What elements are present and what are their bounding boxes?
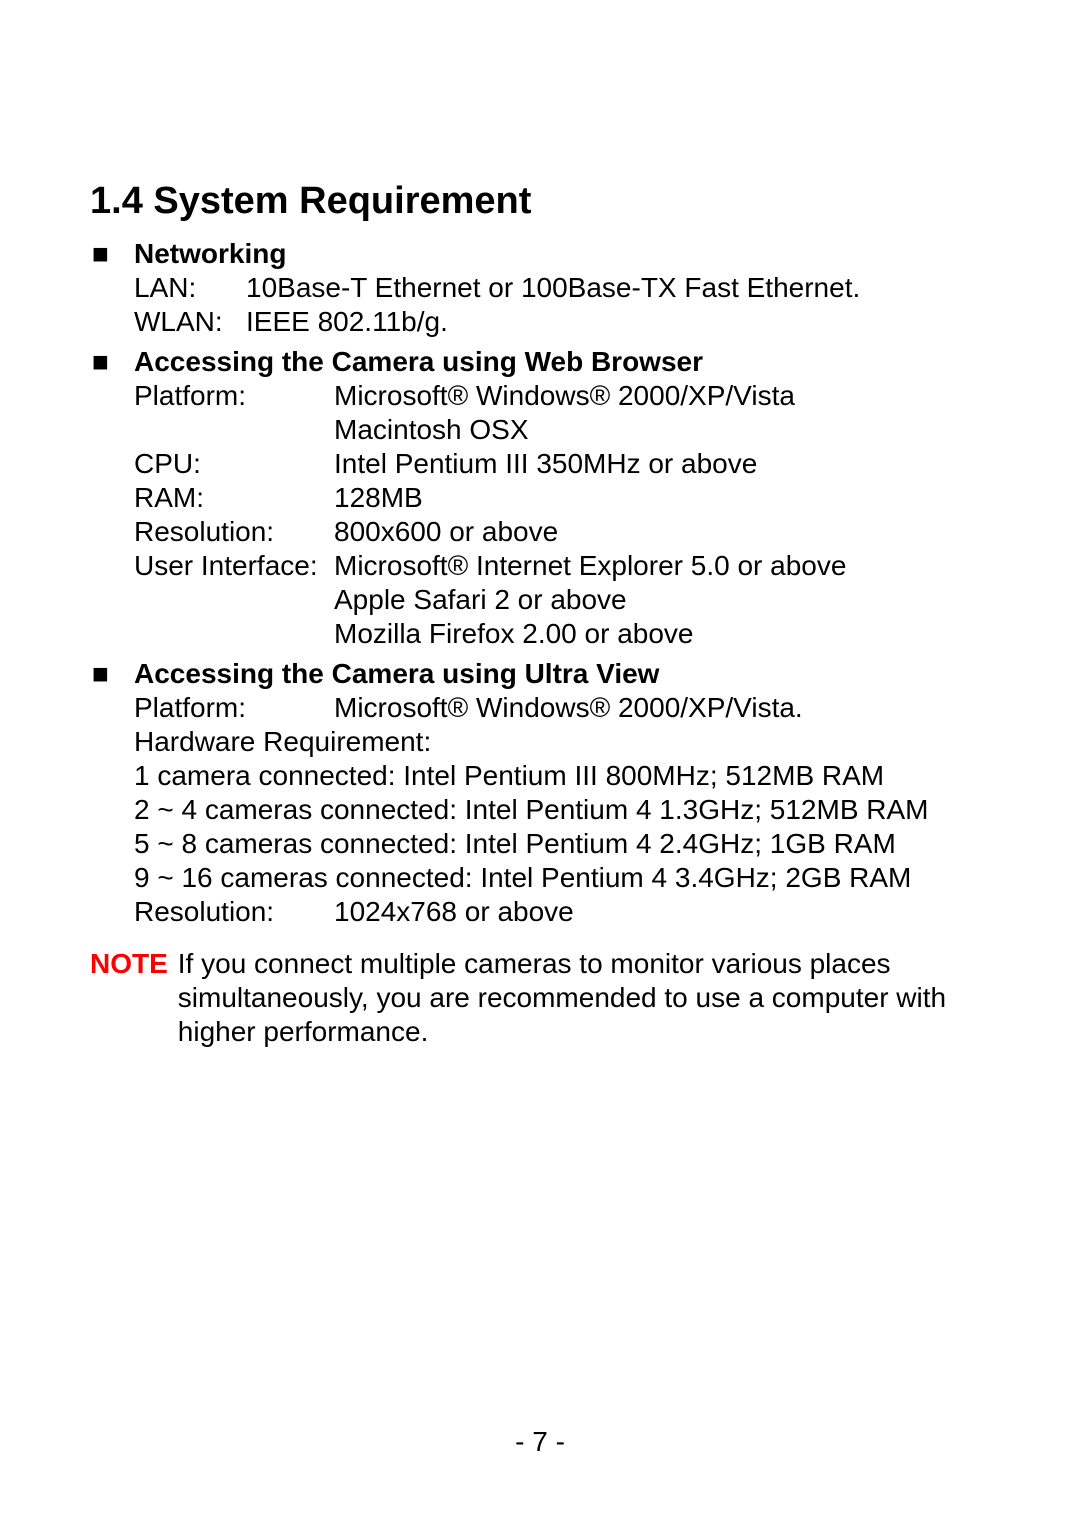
platform-value-1: Microsoft® Windows® 2000/XP/Vista — [334, 379, 795, 413]
webbrowser-block: ■ Accessing the Camera using Web Browser… — [90, 345, 990, 651]
lan-key: LAN: — [134, 271, 246, 305]
ultraview-heading: Accessing the Camera using Ultra View — [134, 657, 990, 691]
uv-resolution-key: Resolution: — [134, 895, 334, 929]
uv-resolution-value: 1024x768 or above — [334, 895, 574, 929]
userinterface-value-1: Microsoft® Internet Explorer 5.0 or abov… — [334, 549, 846, 583]
resolution-value: 800x600 or above — [334, 515, 558, 549]
hw-req-3: 5 ~ 8 cameras connected: Intel Pentium 4… — [134, 827, 990, 861]
userinterface-value-2: Apple Safari 2 or above — [334, 583, 627, 617]
networking-heading: Networking — [134, 237, 990, 271]
hw-req-1: 1 camera connected: Intel Pentium III 80… — [134, 759, 990, 793]
note-body: If you connect multiple cameras to monit… — [178, 947, 990, 1049]
ram-value: 128MB — [334, 481, 423, 515]
wlan-value: IEEE 802.11b/g. — [246, 305, 448, 339]
lan-value: 10Base-T Ethernet or 100Base-TX Fast Eth… — [246, 271, 860, 305]
section-title: 1.4 System Requirement — [90, 180, 990, 223]
webbrowser-heading: Accessing the Camera using Web Browser — [134, 345, 990, 379]
networking-block: ■ Networking LAN: 10Base-T Ethernet or 1… — [90, 237, 990, 339]
platform-key: Platform: — [134, 379, 334, 413]
bullet-icon: ■ — [90, 345, 134, 379]
uv-platform-value: Microsoft® Windows® 2000/XP/Vista. — [334, 691, 803, 725]
resolution-key: Resolution: — [134, 515, 334, 549]
hardware-requirement-label: Hardware Requirement: — [134, 725, 990, 759]
hw-req-4: 9 ~ 16 cameras connected: Intel Pentium … — [134, 861, 990, 895]
platform-value-2: Macintosh OSX — [334, 413, 529, 447]
spacer — [134, 583, 334, 617]
spacer — [134, 413, 334, 447]
bullet-icon: ■ — [90, 657, 134, 691]
spacer — [134, 617, 334, 651]
note-label: NOTE — [90, 947, 168, 981]
cpu-value: Intel Pentium III 350MHz or above — [334, 447, 757, 481]
userinterface-value-3: Mozilla Firefox 2.00 or above — [334, 617, 694, 651]
userinterface-key: User Interface: — [134, 549, 334, 583]
ultraview-block: ■ Accessing the Camera using Ultra View … — [90, 657, 990, 929]
hw-req-2: 2 ~ 4 cameras connected: Intel Pentium 4… — [134, 793, 990, 827]
note-block: NOTE If you connect multiple cameras to … — [90, 947, 990, 1049]
ram-key: RAM: — [134, 481, 334, 515]
uv-platform-key: Platform: — [134, 691, 334, 725]
wlan-key: WLAN: — [134, 305, 246, 339]
page-number: - 7 - — [0, 1426, 1080, 1458]
cpu-key: CPU: — [134, 447, 334, 481]
bullet-icon: ■ — [90, 237, 134, 271]
